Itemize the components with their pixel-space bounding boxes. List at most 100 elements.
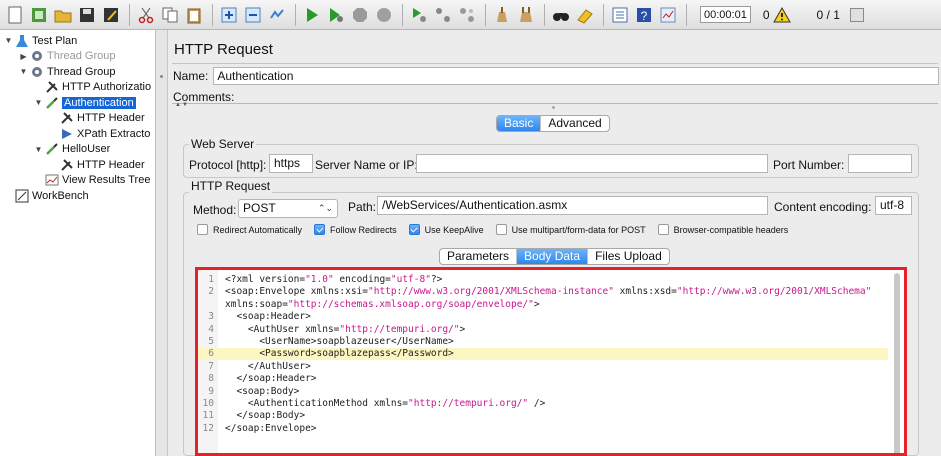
chevron-updown-icon: ⌃⌄ <box>317 203 333 213</box>
pipette-icon <box>45 142 59 156</box>
vertical-scrollbar[interactable] <box>894 273 900 453</box>
open-icon[interactable] <box>52 4 74 26</box>
expander-right-icon[interactable]: ▶ <box>19 52 28 61</box>
basic-advanced-tabs: Basic Advanced <box>496 115 610 132</box>
help-icon[interactable]: ? <box>633 4 655 26</box>
code-line: 12 </soap:Envelope> <box>198 423 888 435</box>
gear-icon <box>30 65 44 79</box>
save-icon[interactable] <box>76 4 98 26</box>
function-helper-icon[interactable] <box>609 4 631 26</box>
line-number: 7 <box>208 360 214 372</box>
http-request-title: HTTP Request <box>189 179 273 193</box>
tree-item[interactable]: WorkBench <box>4 188 89 203</box>
stop-icon[interactable] <box>349 4 371 26</box>
body-tabs: Parameters Body Data Files Upload <box>439 248 670 265</box>
checkbox-unchecked-icon[interactable] <box>657 224 669 235</box>
tab-basic[interactable]: Basic <box>497 116 542 131</box>
log-viewer-icon[interactable] <box>657 4 679 26</box>
line-number: 6 <box>208 348 214 360</box>
copy-icon[interactable] <box>159 4 181 26</box>
expander-down-icon[interactable]: ▼ <box>34 145 43 154</box>
svg-text:?: ? <box>641 9 648 23</box>
body-data-editor[interactable]: 1 <?xml version="1.0" encoding="utf-8"?> 2… <box>195 267 907 456</box>
search-icon[interactable] <box>550 4 572 26</box>
tree-item[interactable]: HTTP Header <box>49 111 145 126</box>
port-input[interactable] <box>848 154 912 173</box>
tree-item[interactable]: XPath Extracto <box>49 126 150 141</box>
expander-down-icon[interactable]: ▼ <box>19 67 28 76</box>
tree-item[interactable]: HTTP Authorizatio <box>34 80 151 95</box>
option-checkbox[interactable]: Follow Redirects <box>314 224 397 235</box>
tab-parameters[interactable]: Parameters <box>440 249 518 264</box>
wrench-icon <box>45 80 59 94</box>
toggle-icon[interactable] <box>266 4 288 26</box>
start-icon[interactable] <box>301 4 323 26</box>
clear-icon[interactable] <box>491 4 513 26</box>
tab-advanced[interactable]: Advanced <box>541 116 608 131</box>
option-checkbox[interactable]: Use KeepAlive <box>408 224 484 235</box>
path-label: Path: <box>348 200 377 214</box>
expander-down-icon[interactable]: ▼ <box>34 98 43 107</box>
start-no-timers-icon[interactable] <box>325 4 347 26</box>
option-checkbox[interactable]: Browser-compatible headers <box>657 224 788 235</box>
code-line: 8 </soap:Header> <box>198 373 888 385</box>
tab-body-data[interactable]: Body Data <box>517 249 589 264</box>
test-plan-tree[interactable]: ▼ Test Plan ▶ Thread Group ▼ Thread Group HTTP… <box>0 30 156 456</box>
wrench-icon <box>60 111 74 125</box>
checkbox-label: Follow Redirects <box>330 224 397 235</box>
remote-stop-icon[interactable] <box>432 4 454 26</box>
line-number: 1 <box>208 274 214 285</box>
expand-icon[interactable] <box>218 4 240 26</box>
tree-item[interactable]: ▼ Test Plan <box>4 33 77 48</box>
toolbar-separator <box>603 3 604 26</box>
remote-start-icon[interactable] <box>408 4 430 26</box>
protocol-input[interactable]: https <box>269 154 313 173</box>
server-input[interactable] <box>416 154 768 173</box>
checkbox-unchecked-icon[interactable] <box>495 224 507 235</box>
tree-item[interactable]: View Results Tree <box>34 173 150 188</box>
checkbox-checked-icon[interactable] <box>408 224 420 235</box>
status-indicator <box>849 7 864 22</box>
warning-icon[interactable] <box>772 6 791 23</box>
tree-item-label: Thread Group <box>47 50 116 62</box>
splitter[interactable] <box>156 30 168 456</box>
collapse-icon[interactable] <box>242 4 264 26</box>
checkbox-checked-icon[interactable] <box>314 224 326 235</box>
checkbox-label: Use KeepAlive <box>424 224 484 235</box>
shutdown-icon[interactable] <box>373 4 395 26</box>
toolbar-separator <box>686 3 687 26</box>
tree-item-label: Thread Group <box>47 65 116 78</box>
method-select[interactable]: POST ⌃⌄ <box>238 199 338 218</box>
encoding-input[interactable]: utf-8 <box>875 196 912 215</box>
tree-item-label: XPath Extracto <box>77 127 151 140</box>
checkbox-unchecked-icon[interactable] <box>197 224 208 235</box>
remote-exit-icon[interactable] <box>456 4 478 26</box>
templates-icon[interactable] <box>28 4 50 26</box>
checkbox-label: Redirect Automatically <box>213 224 303 235</box>
collapse-arrows-icon[interactable]: ▲▼ <box>175 102 189 108</box>
tree-item-label: WorkBench <box>32 189 89 202</box>
clear-all-icon[interactable] <box>515 4 537 26</box>
expander-down-icon[interactable]: ▼ <box>4 36 13 45</box>
code-line: 6 <Password>soapblazepass</Password> <box>198 348 888 361</box>
name-input[interactable]: Authentication <box>213 67 939 85</box>
line-number: 11 <box>202 410 214 422</box>
option-checkbox[interactable]: Redirect Automatically <box>197 224 302 235</box>
method-label: Method: <box>193 203 237 217</box>
code-text: </AuthUser> <box>225 360 311 372</box>
reset-search-icon[interactable] <box>574 4 596 26</box>
tree-item[interactable]: HTTP Header <box>49 157 145 172</box>
paste-icon[interactable] <box>183 4 205 26</box>
option-checkbox[interactable]: Use multipart/form-data for POST <box>495 224 646 235</box>
tree-item[interactable]: ▼ Thread Group <box>19 64 116 79</box>
new-icon[interactable] <box>4 4 26 26</box>
code-text: <UserName>soapblazeuser</UserName> <box>225 336 454 347</box>
tree-item[interactable]: ▶ Thread Group <box>19 49 115 64</box>
cut-icon[interactable] <box>135 4 157 26</box>
tree-item[interactable]: ▼ Authentication <box>34 95 136 110</box>
save-as-icon[interactable] <box>100 4 122 26</box>
tab-files-upload[interactable]: Files Upload <box>588 249 669 264</box>
chart-icon <box>45 173 59 187</box>
tree-item[interactable]: ▼ HelloUser <box>34 142 111 157</box>
path-input[interactable]: /WebServices/Authentication.asmx <box>377 196 768 215</box>
